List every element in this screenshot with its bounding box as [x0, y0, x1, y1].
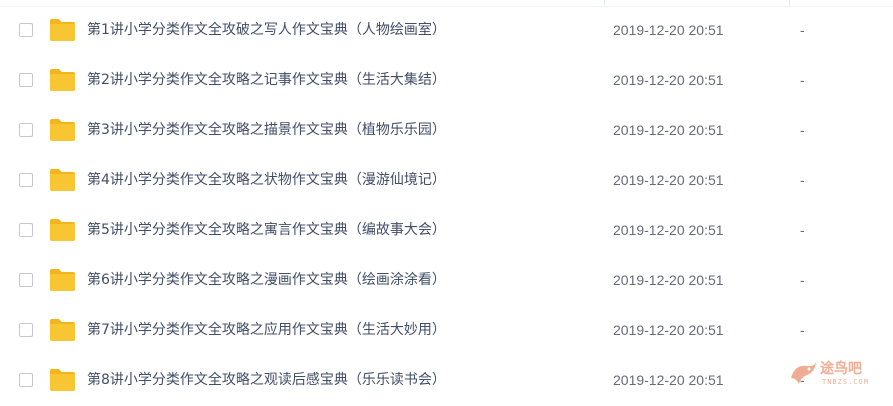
file-name[interactable]: 第3讲小学分类作文全攻略之描景作文宝典（植物乐乐园） [87, 120, 446, 140]
watermark-text: 途鸟吧 [820, 361, 862, 377]
modified-date: 2019-12-20 20:51 [613, 72, 724, 88]
file-row[interactable]: 第7讲小学分类作文全攻略之应用作文宝典（生活大妙用） 2019-12-20 20… [0, 306, 893, 356]
file-name[interactable]: 第8讲小学分类作文全攻略之观读后感宝典（乐乐读书会） [87, 370, 446, 390]
file-row[interactable]: 第6讲小学分类作文全攻略之漫画作文宝典（绘画涂涂看） 2019-12-20 20… [0, 256, 893, 306]
row-checkbox[interactable] [19, 373, 33, 387]
folder-icon[interactable] [49, 68, 76, 92]
row-checkbox[interactable] [19, 23, 33, 37]
modified-date: 2019-12-20 20:51 [613, 122, 724, 138]
file-row[interactable]: 第8讲小学分类作文全攻略之观读后感宝典（乐乐读书会） 2019-12-20 20… [0, 356, 893, 406]
watermark-subtext: TNBZS.COM [822, 378, 869, 386]
modified-date: 2019-12-20 20:51 [613, 322, 724, 338]
row-checkbox[interactable] [19, 223, 33, 237]
modified-date: 2019-12-20 20:51 [613, 372, 724, 388]
file-row[interactable]: 第4讲小学分类作文全攻略之状物作文宝典（漫游仙境记） 2019-12-20 20… [0, 156, 893, 206]
file-name[interactable]: 第2讲小学分类作文全攻略之记事作文宝典（生活大集结） [87, 70, 446, 90]
watermark-logo: 途鸟吧 TNBZS.COM [787, 356, 887, 392]
file-list: 第1讲小学分类作文全攻破之写人作文宝典（人物绘画室） 2019-12-20 20… [0, 0, 893, 395]
file-size: - [800, 172, 805, 188]
folder-icon[interactable] [49, 18, 76, 42]
modified-date: 2019-12-20 20:51 [613, 22, 724, 38]
file-size: - [800, 222, 805, 238]
row-checkbox[interactable] [19, 273, 33, 287]
file-name[interactable]: 第5讲小学分类作文全攻略之寓言作文宝典（编故事大会） [87, 220, 446, 240]
file-size: - [800, 272, 805, 288]
bird-logo-icon [791, 362, 816, 384]
row-checkbox[interactable] [19, 123, 33, 137]
file-name[interactable]: 第4讲小学分类作文全攻略之状物作文宝典（漫游仙境记） [87, 170, 446, 190]
file-size: - [800, 72, 805, 88]
row-checkbox[interactable] [19, 173, 33, 187]
folder-icon[interactable] [49, 368, 76, 392]
modified-date: 2019-12-20 20:51 [613, 272, 724, 288]
folder-icon[interactable] [49, 168, 76, 192]
folder-icon[interactable] [49, 318, 76, 342]
folder-icon[interactable] [49, 268, 76, 292]
file-size: - [800, 122, 805, 138]
file-size: - [800, 22, 805, 38]
file-row[interactable]: 第1讲小学分类作文全攻破之写人作文宝典（人物绘画室） 2019-12-20 20… [0, 6, 893, 56]
folder-icon[interactable] [49, 218, 76, 242]
row-checkbox[interactable] [19, 73, 33, 87]
file-row[interactable]: 第2讲小学分类作文全攻略之记事作文宝典（生活大集结） 2019-12-20 20… [0, 56, 893, 106]
modified-date: 2019-12-20 20:51 [613, 172, 724, 188]
file-row[interactable]: 第3讲小学分类作文全攻略之描景作文宝典（植物乐乐园） 2019-12-20 20… [0, 106, 893, 156]
file-row[interactable]: 第5讲小学分类作文全攻略之寓言作文宝典（编故事大会） 2019-12-20 20… [0, 206, 893, 256]
file-name[interactable]: 第1讲小学分类作文全攻破之写人作文宝典（人物绘画室） [87, 20, 446, 40]
file-size: - [800, 322, 805, 338]
row-checkbox[interactable] [19, 323, 33, 337]
modified-date: 2019-12-20 20:51 [613, 222, 724, 238]
file-name[interactable]: 第7讲小学分类作文全攻略之应用作文宝典（生活大妙用） [87, 320, 446, 340]
file-name[interactable]: 第6讲小学分类作文全攻略之漫画作文宝典（绘画涂涂看） [87, 270, 446, 290]
folder-icon[interactable] [49, 118, 76, 142]
